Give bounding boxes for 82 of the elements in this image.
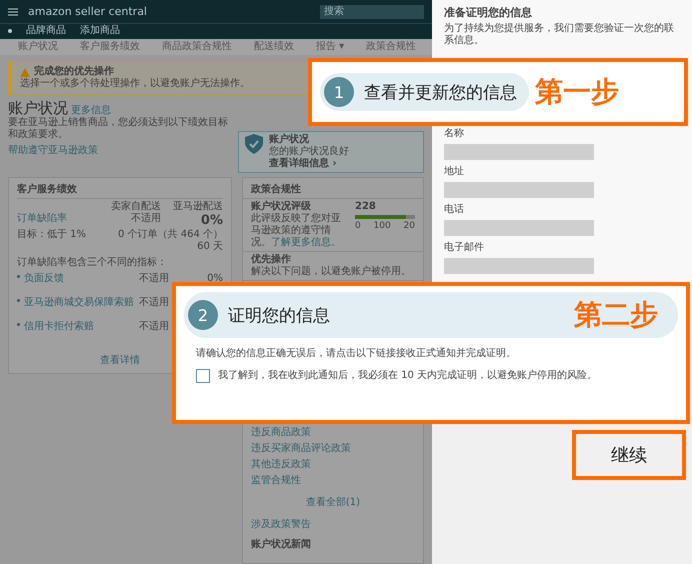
- metric-intro: 订单缺陷率包含三个不同的指标：: [17, 256, 168, 269]
- nav-link[interactable]: 品牌商品: [26, 25, 66, 37]
- nav-tab[interactable]: 商品政策合规性: [162, 41, 232, 53]
- panel-text: 为了持续为您提供服务，我们需要您验证一次您的联系信息。: [444, 23, 675, 48]
- tick-label: 100: [374, 221, 391, 232]
- field-label: 名称: [444, 128, 464, 140]
- tick-label: 0: [355, 221, 361, 232]
- metric-link[interactable]: 负面反馈: [24, 272, 64, 284]
- step-number: 2: [188, 300, 218, 330]
- metric-value: 不适用: [139, 272, 170, 285]
- metric-link[interactable]: 亚马逊商城交易保障索赔: [24, 296, 134, 308]
- info-link[interactable]: 更多信息: [71, 105, 112, 116]
- issue-link[interactable]: 监管合规性: [251, 475, 415, 487]
- issue-link[interactable]: 违反买家商品评论政策: [251, 443, 415, 455]
- menu-icon[interactable]: [8, 8, 18, 16]
- metric-value: 0%: [200, 213, 223, 229]
- metric-link[interactable]: 信用卡拒付索赔: [24, 320, 94, 332]
- checkbox-label: 我了解到，我在收到此通知后，我必须在 10 天内完成证明，以避免账户停用的风险。: [218, 368, 598, 382]
- banner-title: 完成您的优先操作: [34, 66, 114, 78]
- step-number: 1: [324, 77, 354, 107]
- issue-link[interactable]: 其他违反政策: [251, 459, 415, 471]
- rating-title: 账户状况评级: [251, 201, 312, 212]
- nav-tab[interactable]: 客户服务绩效: [80, 41, 140, 53]
- column-header: 卖家自配送: [110, 201, 161, 212]
- logo[interactable]: amazon seller central: [28, 4, 147, 18]
- step-label: 第一步: [535, 74, 619, 110]
- section-title: 账户状况新闻: [251, 539, 312, 551]
- warnings-link[interactable]: 涉及政策警告: [251, 519, 415, 531]
- rating-bar: [355, 215, 415, 219]
- details-link[interactable]: 查看详情: [100, 354, 140, 366]
- input-field[interactable]: [444, 220, 594, 236]
- rating-score: 228: [355, 201, 377, 213]
- nav-tab[interactable]: 政策合规性: [366, 41, 416, 53]
- panel-title: 准备证明您的信息: [444, 6, 532, 20]
- section-title: 优先操作: [251, 254, 292, 266]
- metric-detail: 0 个订单（共 464 个）: [117, 228, 223, 241]
- dot-icon: [8, 29, 12, 33]
- nav-tab[interactable]: 配送绩效: [254, 41, 294, 53]
- step-title: 证明您的信息: [228, 304, 330, 326]
- metric-target: 目标：低于 1%: [17, 228, 88, 241]
- page-title: 账户状况: [8, 99, 68, 117]
- section-text: 解决以下问题，以避免账户被停用。: [251, 266, 412, 278]
- metric-value: 不适用: [139, 320, 170, 333]
- metric-value: 0%: [206, 272, 223, 285]
- learn-more-link[interactable]: 了解更多信息。: [271, 237, 341, 248]
- input-field[interactable]: [444, 182, 594, 198]
- bullet-icon: [17, 323, 20, 326]
- column-header: 亚马逊配送: [172, 201, 223, 213]
- tick-label: 20: [404, 221, 415, 232]
- bullet-icon: [17, 299, 20, 302]
- step-text: 请确认您的信息正确无误后，请点击以下链接接收正式通知并完成证明。: [195, 346, 517, 360]
- field-label: 电话: [444, 204, 464, 216]
- step-label: 第二步: [574, 297, 658, 333]
- view-all-link[interactable]: 查看全部(1): [306, 497, 360, 509]
- intro-text: 要在亚马逊上销售商品，您必须达到以下绩效目标和政策要求。: [8, 117, 229, 141]
- metric-period: 60 天: [196, 240, 223, 253]
- metric-value: 不适用: [130, 213, 161, 225]
- input-field[interactable]: [444, 258, 594, 274]
- card-title: 账户状况: [269, 134, 310, 146]
- banner-text: 选择一个或多个待处理操作，以避免账户无法操作。: [20, 78, 251, 90]
- step-title: 查看并更新您的信息: [364, 82, 517, 104]
- metric-link[interactable]: 订单缺陷率: [17, 213, 99, 225]
- input-field[interactable]: [444, 144, 594, 160]
- details-link[interactable]: 查看详细信息 ›: [269, 158, 349, 170]
- checkbox[interactable]: [196, 369, 210, 383]
- card-title: 政策合规性: [243, 184, 423, 199]
- card-text: 您的账户状况良好: [269, 146, 349, 157]
- card-title: 客户服务绩效: [17, 184, 223, 199]
- help-link[interactable]: 帮助遵守亚马逊政策: [8, 145, 230, 157]
- shield-check-icon: [245, 134, 263, 154]
- field-label: 地址: [444, 166, 464, 178]
- nav-link[interactable]: 添加商品: [80, 25, 120, 37]
- metric-value: 不适用: [139, 296, 170, 309]
- issue-link[interactable]: 违反商品政策: [251, 427, 415, 439]
- search-field[interactable]: 搜索: [320, 4, 424, 18]
- rating-text: 此评级反映了您对亚马逊政策的遵守情况。了解更多信息。: [251, 213, 342, 249]
- bullet-icon: [17, 275, 20, 278]
- nav-tab[interactable]: 报告 ▾: [316, 41, 344, 53]
- nav-tab[interactable]: 账户状况: [18, 41, 58, 53]
- warning-icon: [20, 68, 30, 76]
- field-label: 电子邮件: [444, 242, 484, 254]
- continue-button[interactable]: 继续: [572, 430, 686, 480]
